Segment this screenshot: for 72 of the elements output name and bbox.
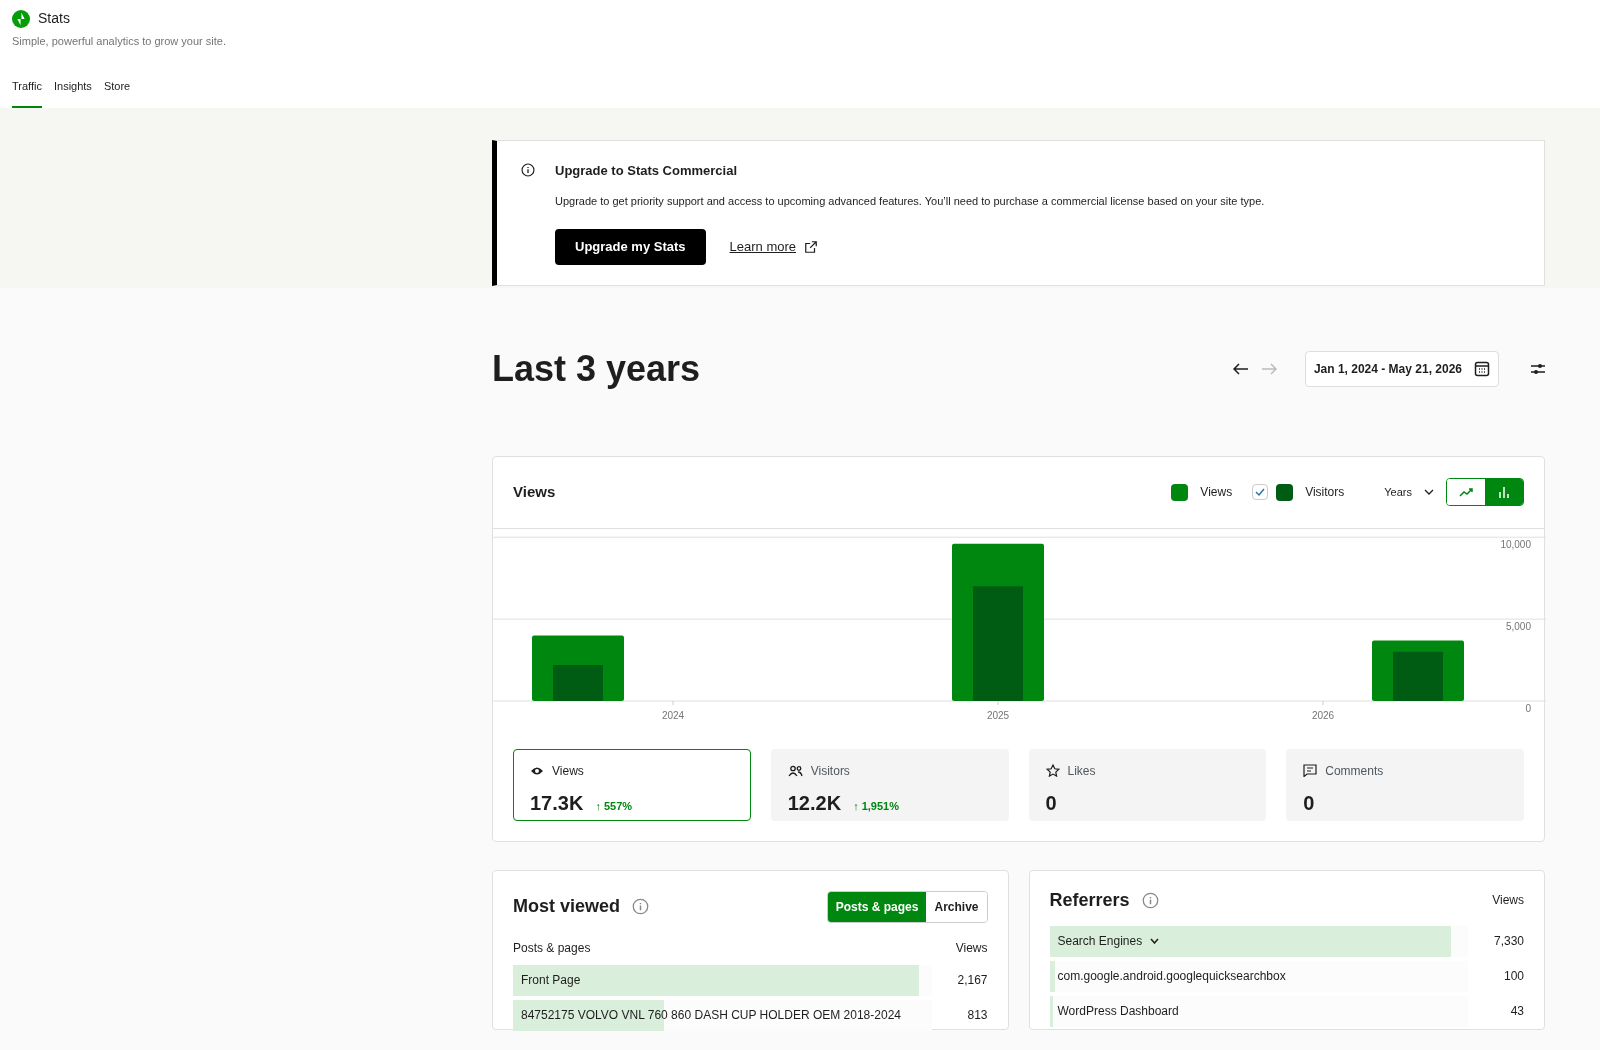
axis-tick-label: 2024 — [661, 709, 685, 721]
axis-tick-label: 0 — [1525, 702, 1531, 714]
banner-text: Upgrade to get priority support and access to upcoming advanced features. You’ll need to purchase a commercial license based on your site type. — [555, 193, 1265, 209]
interval-dropdown[interactable]: Years — [1384, 483, 1434, 501]
app-subtitle: Simple, powerful analytics to grow your site. — [12, 34, 227, 49]
stat-value: 17.3K — [530, 790, 584, 816]
filter-toggle[interactable]: Posts & pages — [827, 891, 927, 922]
info-icon — [521, 163, 535, 177]
axis-tick-label: 2026 — [1311, 709, 1335, 721]
visitors-bar — [1393, 651, 1443, 701]
panel-title: Most viewed — [513, 895, 621, 918]
row-link[interactable]: Front Page — [513, 972, 581, 987]
trend-line-icon — [1459, 487, 1473, 497]
column-header: Views — [955, 939, 988, 957]
row-value: 813 — [966, 1007, 988, 1024]
visitors-bar — [553, 664, 603, 701]
stat-change: ↑ 557% — [595, 798, 633, 814]
panel-title: Views — [513, 481, 556, 502]
chevron-icon — [1424, 489, 1434, 495]
checkbox[interactable] — [1252, 484, 1269, 500]
date-range-picker[interactable]: Jan 1, 2024 - May 21, 2026 — [1304, 350, 1499, 387]
row-link[interactable]: 84752175 VOLVO VNL 760 860 DASH CUP HOLDER OEM 2018-2024 — [513, 1007, 901, 1022]
eye-icon — [530, 765, 544, 776]
learn-more-link[interactable]: Learn more — [729, 237, 797, 257]
row-link[interactable]: Search Engines — [1057, 932, 1143, 950]
axis-tick-label: 10,000 — [1500, 538, 1531, 550]
stat-label: Views — [552, 762, 584, 780]
stat-value: 0 — [1045, 790, 1057, 816]
previous-arrow-icon[interactable] — [1232, 362, 1249, 375]
filter-settings-icon[interactable] — [1531, 362, 1545, 375]
app-title: Stats — [38, 9, 70, 28]
comment-icon — [1303, 764, 1318, 777]
legend-label: Views — [1200, 484, 1233, 501]
nav-tab[interactable]: Store — [103, 77, 131, 108]
stat-card[interactable]: Visitors 12.2K ↑ 1,951% — [770, 748, 1009, 821]
column-header: Posts & pages — [513, 939, 591, 957]
legend-label: Visitors — [1305, 484, 1345, 501]
stat-card[interactable]: Views 17.3K ↑ 557% — [513, 748, 751, 821]
page-heading: Last 3 years — [492, 346, 701, 391]
upgrade-button[interactable]: Upgrade my Stats — [555, 229, 706, 265]
bar-chart-toggle[interactable] — [1485, 479, 1523, 505]
row-value: 43 — [1509, 1003, 1524, 1020]
column-header: Views — [1492, 892, 1524, 909]
row-link[interactable]: WordPress Dashboard — [1057, 1002, 1179, 1020]
axis-tick-label: 2025 — [986, 709, 1010, 721]
axis-tick-label: 5,000 — [1505, 620, 1531, 632]
stat-label: Visitors — [810, 762, 850, 780]
people-icon — [787, 764, 803, 777]
stat-label: Likes — [1067, 762, 1096, 780]
bar-chart-icon — [1498, 486, 1510, 498]
row-value: 2,167 — [956, 972, 988, 989]
stat-change: ↑ 1,951% — [853, 798, 899, 814]
row-value: 7,330 — [1492, 933, 1524, 950]
banner-title: Upgrade to Stats Commercial — [555, 162, 739, 180]
external-link-icon — [804, 239, 819, 254]
stat-value: 0 — [1303, 790, 1315, 816]
chevron-icon[interactable] — [1150, 938, 1160, 944]
nav-tab[interactable]: Insights — [53, 77, 92, 108]
calendar-icon — [1474, 360, 1490, 377]
row-value: 100 — [1502, 968, 1524, 985]
info-icon[interactable] — [1141, 891, 1159, 909]
info-icon[interactable] — [632, 898, 650, 915]
stat-label: Comments — [1325, 762, 1384, 780]
logo-icon — [12, 9, 30, 28]
next-arrow-icon[interactable] — [1260, 362, 1277, 375]
panel-title: Referrers — [1049, 888, 1130, 912]
star-icon — [1045, 764, 1060, 777]
stat-card[interactable]: Likes 0 — [1028, 748, 1267, 821]
check-icon — [1255, 488, 1266, 496]
row-link[interactable]: com.google.android.googlequicksearchbox — [1057, 967, 1286, 985]
stat-value: 12.2K — [787, 790, 842, 816]
stat-card[interactable]: Comments 0 — [1286, 748, 1524, 821]
